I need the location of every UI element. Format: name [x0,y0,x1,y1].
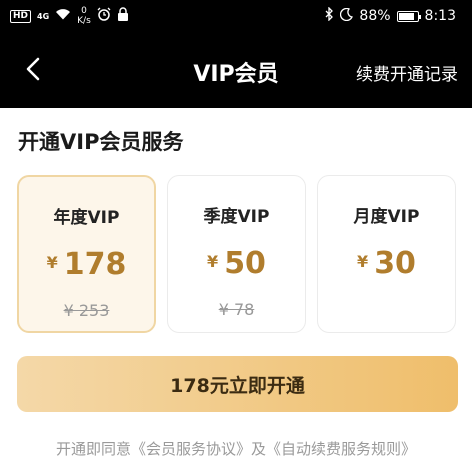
plan-name: 季度VIP [203,207,270,227]
plan-card-annual[interactable]: 年度VIP ¥178 ¥ 253 [17,175,156,333]
nav-bar: VIP会员 续费开通记录 [0,32,472,108]
status-bar: HD 4G 0 K/s 88% 8:13 [0,0,472,32]
renewal-record-link[interactable]: 续费开通记录 [356,60,458,85]
network-speed-value: 0 [81,6,87,16]
subscribe-button[interactable]: 178元立即开通 [17,356,458,412]
wifi-icon [55,8,71,24]
network-speed: 0 K/s [77,6,91,26]
bluetooth-icon [324,6,334,25]
agreement-text: 开通即同意《会员服务协议》及《自动续费服务规则》 [0,438,472,459]
original-price: ¥ 253 [63,301,110,320]
network-type: 4G [37,11,50,21]
hd-badge: HD [10,9,32,23]
alarm-icon [97,7,111,25]
original-price: ¥ 78 [218,300,255,319]
currency-symbol: ¥ [207,252,219,271]
status-bar-left: HD 4G 0 K/s [10,6,129,26]
agreement-middle: 及 [251,440,267,458]
section-title: 开通VIP会员服务 [18,130,184,154]
price-amount: 50 [224,246,266,281]
status-bar-right: 88% 8:13 [324,6,456,25]
network-speed-unit: K/s [77,16,91,26]
clock: 8:13 [424,8,456,24]
chevron-left-icon [26,57,40,81]
plan-name: 月度VIP [353,207,420,227]
plan-price: ¥178 [19,247,154,282]
plan-card-monthly[interactable]: 月度VIP ¥30 [317,175,456,333]
lock-icon [117,7,129,25]
member-agreement-link[interactable]: 《会员服务协议》 [131,440,251,458]
plan-card-quarterly[interactable]: 季度VIP ¥50 ¥ 78 [167,175,306,333]
battery-fill [398,12,415,20]
moon-icon [340,7,354,25]
plan-price: ¥30 [318,246,455,281]
currency-symbol: ¥ [46,253,58,272]
battery-icon [396,10,421,22]
currency-symbol: ¥ [357,252,369,271]
plan-name: 年度VIP [53,208,120,228]
battery-percent: 88% [359,8,391,24]
plan-list: 年度VIP ¥178 ¥ 253 季度VIP ¥50 ¥ 78 月度VIP ¥3… [17,175,457,335]
auto-renew-rules-link[interactable]: 《自动续费服务规则》 [266,440,416,458]
plan-price: ¥50 [168,246,305,281]
price-amount: 178 [63,247,127,282]
agreement-prefix: 开通即同意 [55,440,131,458]
price-amount: 30 [374,246,416,281]
back-button[interactable] [18,54,48,84]
